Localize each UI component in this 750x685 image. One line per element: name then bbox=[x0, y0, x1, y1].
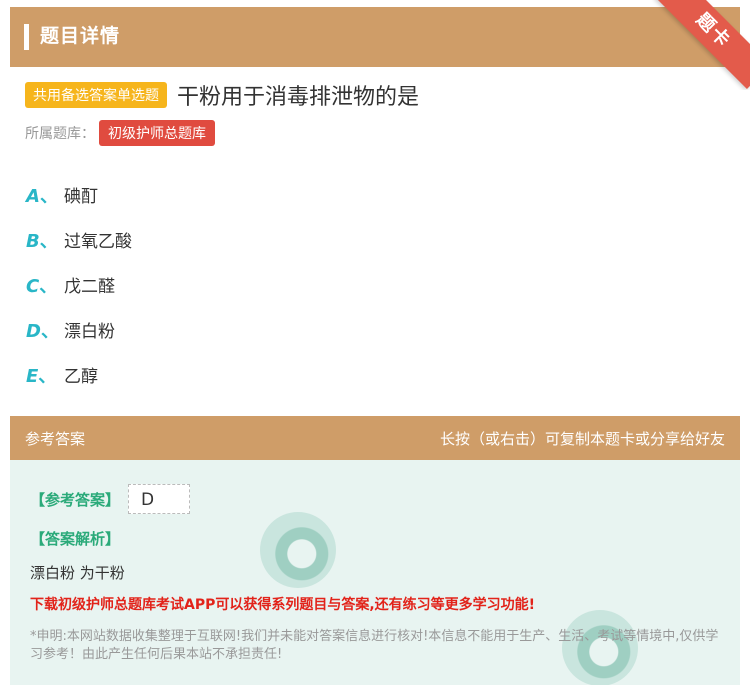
option-letter: C、 bbox=[26, 275, 58, 297]
analysis-label: 【答案解析】 bbox=[30, 530, 121, 548]
answer-label: 【参考答案】 bbox=[30, 490, 121, 509]
option-e[interactable]: E、 乙醇 bbox=[26, 352, 132, 397]
question-bank-row: 所属题库： 初级护师总题库 bbox=[25, 120, 215, 146]
header-accent-bar bbox=[24, 24, 29, 50]
question-type-badge: 共用备选答案单选题 bbox=[25, 82, 167, 108]
option-text: 漂白粉 bbox=[64, 322, 115, 342]
bank-label: 所属题库： bbox=[25, 126, 95, 142]
corner-ribbon-label: 题卡 bbox=[655, 0, 750, 89]
option-c[interactable]: C、 戊二醛 bbox=[26, 262, 132, 307]
disclaimer-text: *申明:本网站数据收集整理于互联网!我们并未能对答案信息进行核对!本信息不能用于… bbox=[30, 629, 719, 662]
bank-badge-link[interactable]: 初级护师总题库 bbox=[99, 120, 215, 146]
watermark-logo bbox=[260, 512, 336, 588]
option-d[interactable]: D、 漂白粉 bbox=[26, 307, 132, 352]
option-letter: E、 bbox=[26, 365, 57, 387]
option-text: 乙醇 bbox=[64, 367, 98, 387]
answer-section-body: 【参考答案】 D 【答案解析】 漂白粉 为干粉 下载初级护师总题库考试APP可以… bbox=[10, 460, 740, 685]
analysis-text: 漂白粉 为干粉 bbox=[30, 564, 125, 582]
option-text: 碘酊 bbox=[64, 187, 98, 207]
option-text: 过氧乙酸 bbox=[64, 232, 132, 252]
answer-section-header: 参考答案 长按（或右击）可复制本题卡或分享给好友 bbox=[10, 416, 740, 460]
option-letter: B、 bbox=[26, 230, 58, 252]
option-letter: A、 bbox=[26, 185, 58, 207]
option-text: 戊二醛 bbox=[64, 277, 115, 297]
option-a[interactable]: A、 碘酊 bbox=[26, 172, 132, 217]
page-header: 题目详情 bbox=[10, 7, 740, 67]
share-hint: 长按（或右击）可复制本题卡或分享给好友 bbox=[439, 430, 725, 448]
answer-value: D bbox=[128, 484, 191, 514]
download-app-promo[interactable]: 下载初级护师总题库考试APP可以获得系列题目与答案,还有练习等更多学习功能! bbox=[30, 594, 535, 614]
question-row: 共用备选答案单选题 干粉用于消毒排泄物的是 bbox=[25, 80, 419, 110]
corner-ribbon[interactable]: 题卡 bbox=[640, 0, 750, 90]
answer-header-title: 参考答案 bbox=[25, 430, 86, 448]
answer-line: 【参考答案】 D bbox=[30, 484, 191, 514]
option-b[interactable]: B、 过氧乙酸 bbox=[26, 217, 132, 262]
option-letter: D、 bbox=[26, 320, 59, 342]
options-list: A、 碘酊 B、 过氧乙酸 C、 戊二醛 D、 漂白粉 E、 乙醇 bbox=[26, 172, 132, 397]
page-title: 题目详情 bbox=[40, 25, 121, 47]
question-title: 干粉用于消毒排泄物的是 bbox=[177, 85, 420, 110]
